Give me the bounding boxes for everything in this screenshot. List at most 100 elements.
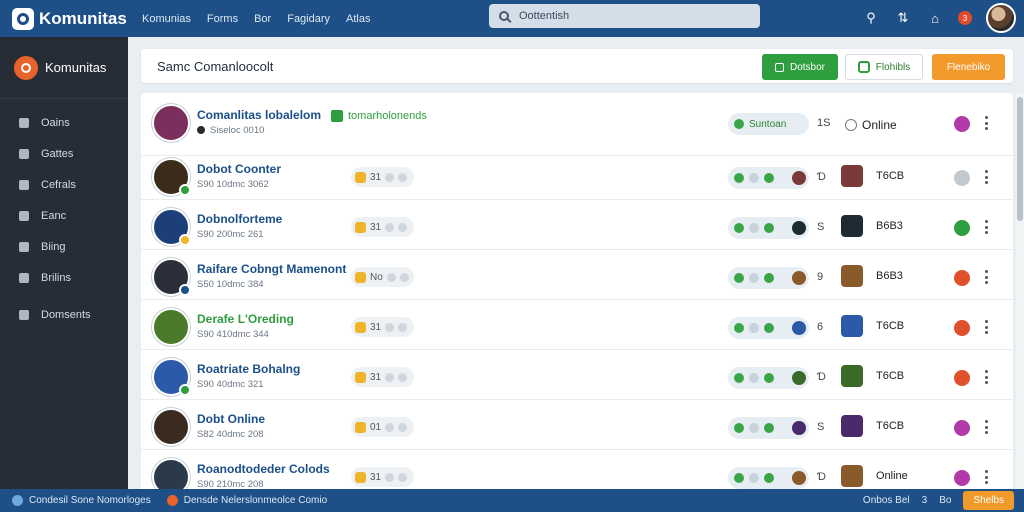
rating-pill[interactable] bbox=[728, 417, 809, 439]
sidebar-item-label: Eanc bbox=[41, 209, 67, 222]
game-thumbnail[interactable] bbox=[841, 315, 863, 337]
secondary-action-button[interactable]: Flohibls bbox=[845, 54, 923, 80]
community-name[interactable]: Derafe L'Oreding bbox=[197, 312, 294, 326]
community-name[interactable]: Dobnolforteme bbox=[197, 212, 282, 226]
scrollbar[interactable] bbox=[1016, 93, 1024, 489]
status-dot[interactable] bbox=[954, 170, 970, 186]
list-item[interactable]: Raifare Cobngt Mamenont S50 10dmc 384 No 9 B… bbox=[141, 250, 1013, 300]
search-icon[interactable]: ⚲ bbox=[862, 9, 880, 27]
status-dot[interactable] bbox=[954, 420, 970, 436]
community-name[interactable]: Raifare Cobngt Mamenont bbox=[197, 262, 346, 276]
home-icon[interactable]: ⌂ bbox=[926, 9, 944, 27]
more-options-icon[interactable] bbox=[985, 270, 989, 284]
community-name[interactable]: Dobt Online bbox=[197, 412, 265, 426]
list-item[interactable]: Dobnolforteme S90 200mc 261 31 S B6B3 bbox=[141, 200, 1013, 250]
community-avatar[interactable] bbox=[152, 104, 190, 142]
settings-icon[interactable]: ⇅ bbox=[894, 9, 912, 27]
list-item[interactable]: Dobot Coonter S90 10dmc 3062 31 Ɗ T6CB bbox=[141, 150, 1013, 200]
user-avatar[interactable] bbox=[986, 3, 1016, 33]
status-dot[interactable] bbox=[954, 320, 970, 336]
sidebar-item-cefrals[interactable]: Cefrals bbox=[0, 169, 128, 200]
tag-value: 31 bbox=[370, 471, 382, 483]
more-options-icon[interactable] bbox=[985, 370, 989, 384]
list-item[interactable]: Roatriate Bohalng S90 40dmc 321 31 Ɗ T6CB bbox=[141, 350, 1013, 400]
more-options-icon[interactable] bbox=[985, 420, 989, 434]
community-avatar[interactable] bbox=[152, 408, 190, 446]
game-thumbnail[interactable] bbox=[841, 415, 863, 437]
tag-pill[interactable]: 31 bbox=[351, 317, 414, 337]
community-avatar[interactable] bbox=[152, 258, 191, 296]
status-dot[interactable] bbox=[954, 270, 970, 286]
footer-button[interactable]: Shelbs bbox=[963, 491, 1014, 510]
list-item[interactable]: Derafe L'Oreding S90 410dmc 344 31 6 T6CB bbox=[141, 300, 1013, 350]
footer-text[interactable]: Densde Nelerslonmeolce Comio bbox=[184, 495, 327, 506]
search-input[interactable]: Oottentish bbox=[489, 4, 760, 28]
tag-pill[interactable]: 01 bbox=[351, 417, 414, 437]
game-thumbnail[interactable] bbox=[841, 165, 863, 187]
top-nav-item[interactable]: Bor bbox=[254, 13, 271, 25]
list-item[interactable]: Roanodtodeder Colods S90 210mc 208 31 Ɗ Onli… bbox=[141, 450, 1013, 489]
rating-pill[interactable] bbox=[728, 267, 809, 289]
sidebar-item-eanc[interactable]: Eanc bbox=[0, 200, 128, 231]
community-avatar[interactable] bbox=[152, 208, 191, 246]
game-thumbnail[interactable] bbox=[841, 265, 863, 287]
status-badge bbox=[179, 234, 191, 246]
top-nav-item[interactable]: Atlas bbox=[346, 13, 370, 25]
rating-pill[interactable] bbox=[728, 367, 809, 389]
scrollbar-thumb[interactable] bbox=[1017, 97, 1023, 221]
more-options-icon[interactable] bbox=[985, 470, 989, 484]
status-dot[interactable] bbox=[954, 220, 970, 236]
more-options-icon[interactable] bbox=[985, 320, 989, 334]
star-icon bbox=[398, 472, 408, 482]
community-avatar[interactable] bbox=[152, 308, 190, 346]
status-dot[interactable] bbox=[954, 116, 970, 132]
more-options-icon[interactable] bbox=[985, 170, 989, 184]
sidebar-item-brilins[interactable]: Brilins bbox=[0, 262, 128, 293]
community-avatar[interactable] bbox=[152, 158, 191, 196]
tag-pill[interactable]: 31 bbox=[351, 167, 414, 187]
community-avatar[interactable] bbox=[152, 458, 190, 489]
sidebar-item-biing[interactable]: Biing bbox=[0, 231, 128, 262]
more-options-icon[interactable] bbox=[985, 220, 989, 234]
notification-badge[interactable]: 3 bbox=[958, 11, 972, 25]
top-nav-item[interactable]: Forms bbox=[207, 13, 238, 25]
leaf-icon bbox=[764, 173, 774, 183]
rating-pill[interactable] bbox=[728, 467, 809, 489]
primary-action-button[interactable]: Dotsbor bbox=[762, 54, 838, 80]
game-thumbnail[interactable] bbox=[841, 465, 863, 487]
rating-pill[interactable] bbox=[728, 167, 809, 189]
footer-label: Bo bbox=[939, 495, 952, 506]
room-code: T6CB bbox=[876, 420, 905, 432]
community-name[interactable]: Dobot Coonter bbox=[197, 162, 281, 176]
footer-text[interactable]: Condesil Sone Nomorloges bbox=[29, 495, 151, 506]
rating-pill[interactable] bbox=[728, 217, 809, 239]
status-pill[interactable]: Suntoan bbox=[728, 113, 809, 135]
status-dot[interactable] bbox=[954, 370, 970, 386]
sidebar-item-oains[interactable]: Oains bbox=[0, 107, 128, 138]
game-thumbnail[interactable] bbox=[841, 365, 863, 387]
sidebar-brand[interactable]: Komunitas bbox=[0, 37, 128, 99]
community-name[interactable]: Roanodtodeder Colods bbox=[197, 462, 330, 476]
list-item[interactable]: Dobt Online S82 40dmc 208 01 S T6CB bbox=[141, 400, 1013, 450]
leaf-icon bbox=[749, 173, 759, 183]
brand[interactable]: Komunitas bbox=[12, 7, 134, 30]
sidebar-item-gattes[interactable]: Gattes bbox=[0, 138, 128, 169]
leaf-icon bbox=[764, 423, 774, 433]
more-options-icon[interactable] bbox=[985, 116, 989, 130]
status-dot[interactable] bbox=[954, 470, 970, 486]
tag-pill[interactable]: No bbox=[351, 267, 414, 287]
tag-pill[interactable]: 31 bbox=[351, 217, 414, 237]
game-thumbnail[interactable] bbox=[841, 215, 863, 237]
accent-action-button[interactable]: Flenebiko bbox=[932, 54, 1005, 80]
sidebar-item-domsents[interactable]: Domsents bbox=[0, 299, 128, 330]
community-name[interactable]: Comanlitas lobalelom bbox=[197, 108, 321, 122]
list-item[interactable]: Comanlitas lobalelom Siseloc 0010 tomarhol… bbox=[141, 96, 1013, 156]
rating-pill[interactable] bbox=[728, 317, 809, 339]
leaf-icon bbox=[734, 323, 744, 333]
top-nav-item[interactable]: Komunias bbox=[142, 13, 191, 25]
community-name[interactable]: Roatriate Bohalng bbox=[197, 362, 300, 376]
tag-pill[interactable]: 31 bbox=[351, 467, 414, 487]
tag-pill[interactable]: 31 bbox=[351, 367, 414, 387]
top-nav-item[interactable]: Fagidary bbox=[287, 13, 330, 25]
community-avatar[interactable] bbox=[152, 358, 191, 396]
